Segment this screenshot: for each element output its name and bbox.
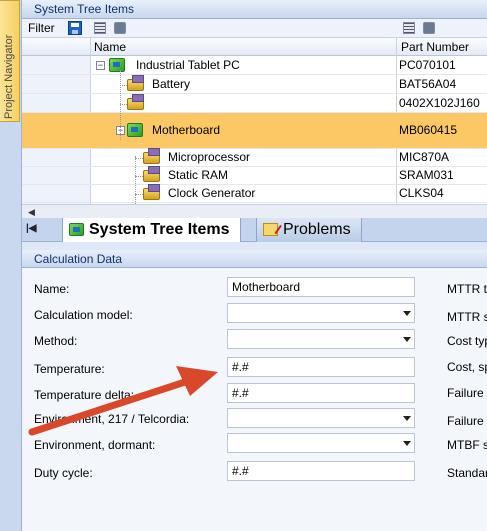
tree-row-part-number: MB060415 xyxy=(399,123,458,137)
tree-connector xyxy=(135,156,136,204)
tree-row[interactable]: Clock Generator CLKS04 xyxy=(22,184,487,203)
main-area: System Tree Items Filter Name Part Numbe… xyxy=(22,0,487,531)
tree-filter-row: Filter xyxy=(22,19,487,38)
tree-row[interactable]: Microprocessor MIC870A xyxy=(22,148,487,167)
standard-label: Standar xyxy=(447,466,487,480)
horizontal-scrollbar[interactable]: ◀ xyxy=(22,204,487,218)
environment-dormant-select[interactable] xyxy=(227,433,415,453)
column-header-name[interactable]: Name xyxy=(94,40,126,54)
duty-cycle-label: Duty cycle: xyxy=(34,466,93,480)
mttr-typical-label: MTTR ty xyxy=(447,282,487,296)
name-field-value: Motherboard xyxy=(232,280,301,294)
temperature-delta-label: Temperature delta: xyxy=(34,388,135,402)
column-filter-list-icon[interactable] xyxy=(94,22,106,34)
mtbf-specified-label: MTBF sp xyxy=(447,438,487,452)
tree-row-name: Clock Generator xyxy=(168,186,256,200)
project-navigator-label: Project Navigator xyxy=(3,34,15,119)
filter-label: Filter xyxy=(28,21,55,35)
project-navigator-strip: Project Navigator xyxy=(0,0,22,531)
panel-gap xyxy=(22,242,487,250)
tab-scroll-first-icon[interactable]: |◀ xyxy=(26,223,37,234)
scroll-left-icon[interactable]: ◀ xyxy=(28,207,35,218)
temperature-value: #.# xyxy=(232,360,249,374)
failure-rate-label: Failure r xyxy=(447,414,487,428)
part-icon xyxy=(127,75,144,91)
tab-system-tree-items[interactable]: System Tree Items xyxy=(62,218,241,242)
part-icon xyxy=(143,184,160,200)
failure-rate-label: Failure r xyxy=(447,386,487,400)
method-select[interactable] xyxy=(227,329,415,349)
calculation-model-label: Calculation model: xyxy=(34,308,133,322)
tree-row-name: Battery xyxy=(152,77,191,91)
tree-row-name: Industrial Tablet PC xyxy=(136,58,240,72)
project-navigator-tab[interactable]: Project Navigator xyxy=(0,0,20,122)
tab-label: Problems xyxy=(283,221,351,238)
tree-row-name: Static RAM xyxy=(168,168,229,182)
column-header-part-number[interactable]: Part Number xyxy=(401,40,469,54)
tree-connector xyxy=(120,104,127,105)
assembly-icon xyxy=(127,123,143,137)
chevron-down-icon[interactable] xyxy=(403,441,411,446)
tree-row-part-number: MIC870A xyxy=(399,150,450,164)
environment-217-select[interactable] xyxy=(227,408,415,428)
tree-connector xyxy=(135,194,143,195)
tree-row-part-number: CLKS04 xyxy=(399,186,444,200)
chevron-down-icon[interactable] xyxy=(403,416,411,421)
calculation-data-panel: Calculation Data Name: Motherboard Calcu… xyxy=(22,250,487,531)
tree-row-part-number: 0402X102J160 xyxy=(399,96,480,110)
tree-row-part-number: PC070101 xyxy=(399,58,456,72)
collapse-toggle-icon[interactable]: − xyxy=(96,61,105,70)
duty-cycle-field[interactable]: #.# xyxy=(227,461,415,481)
tree-connector xyxy=(135,158,143,159)
name-field[interactable]: Motherboard xyxy=(227,277,415,297)
system-tree-icon xyxy=(69,223,84,236)
part-icon xyxy=(127,94,144,110)
tree-connector xyxy=(135,176,143,177)
tree-row-part-number: BAT56A04 xyxy=(399,77,457,91)
cost-specified-label: Cost, sp xyxy=(447,360,487,374)
assembly-icon xyxy=(109,58,125,72)
problems-icon xyxy=(263,223,278,236)
tree-row-part-number: SRAM031 xyxy=(399,168,454,182)
system-tree-panel-title: System Tree Items xyxy=(22,0,487,19)
tree-row[interactable]: Battery BAT56A04 xyxy=(22,75,487,94)
temperature-delta-value: #.# xyxy=(232,386,249,400)
partnumber-filter-clear-icon[interactable] xyxy=(423,22,435,34)
chevron-down-icon[interactable] xyxy=(403,311,411,316)
column-filter-clear-icon[interactable] xyxy=(114,22,126,34)
tree-row[interactable]: 0402X102J160 xyxy=(22,94,487,113)
tree-row[interactable]: − Industrial Tablet PC PC070101 xyxy=(22,56,487,75)
system-tree-grid: Name Part Number − Industrial Tablet PC … xyxy=(22,38,487,204)
calculation-data-title: Calculation Data xyxy=(22,250,487,268)
cost-typical-label: Cost typ xyxy=(447,334,487,348)
environment-217-label: Environment, 217 / Telcordia: xyxy=(34,412,190,426)
tree-row-name: Motherboard xyxy=(152,123,221,137)
grid-header: Name Part Number xyxy=(22,38,487,56)
tree-row-name: Microprocessor xyxy=(168,150,251,164)
duty-cycle-value: #.# xyxy=(232,464,249,478)
tab-label: System Tree Items xyxy=(89,221,230,238)
temperature-label: Temperature: xyxy=(34,362,105,376)
chevron-down-icon[interactable] xyxy=(403,337,411,342)
tree-row-selected[interactable]: − Motherboard MB060415 xyxy=(22,113,487,149)
mttr-specified-label: MTTR sp xyxy=(447,310,487,324)
tab-problems[interactable]: Problems xyxy=(256,218,362,242)
temperature-field[interactable]: #.# xyxy=(227,357,415,377)
save-filter-icon[interactable] xyxy=(68,21,82,35)
partnumber-filter-list-icon[interactable] xyxy=(403,22,415,34)
environment-dormant-label: Environment, dormant: xyxy=(34,438,156,452)
tree-row[interactable]: Static RAM SRAM031 xyxy=(22,166,487,185)
tree-connector xyxy=(120,70,121,140)
temperature-delta-field[interactable]: #.# xyxy=(227,383,415,403)
part-icon xyxy=(143,166,160,182)
method-label: Method: xyxy=(34,334,78,348)
tab-bar: |◀ System Tree Items Problems xyxy=(22,218,487,242)
name-label: Name: xyxy=(34,282,70,296)
tree-connector xyxy=(120,85,127,86)
part-icon xyxy=(143,148,160,164)
calculation-model-select[interactable] xyxy=(227,303,415,323)
